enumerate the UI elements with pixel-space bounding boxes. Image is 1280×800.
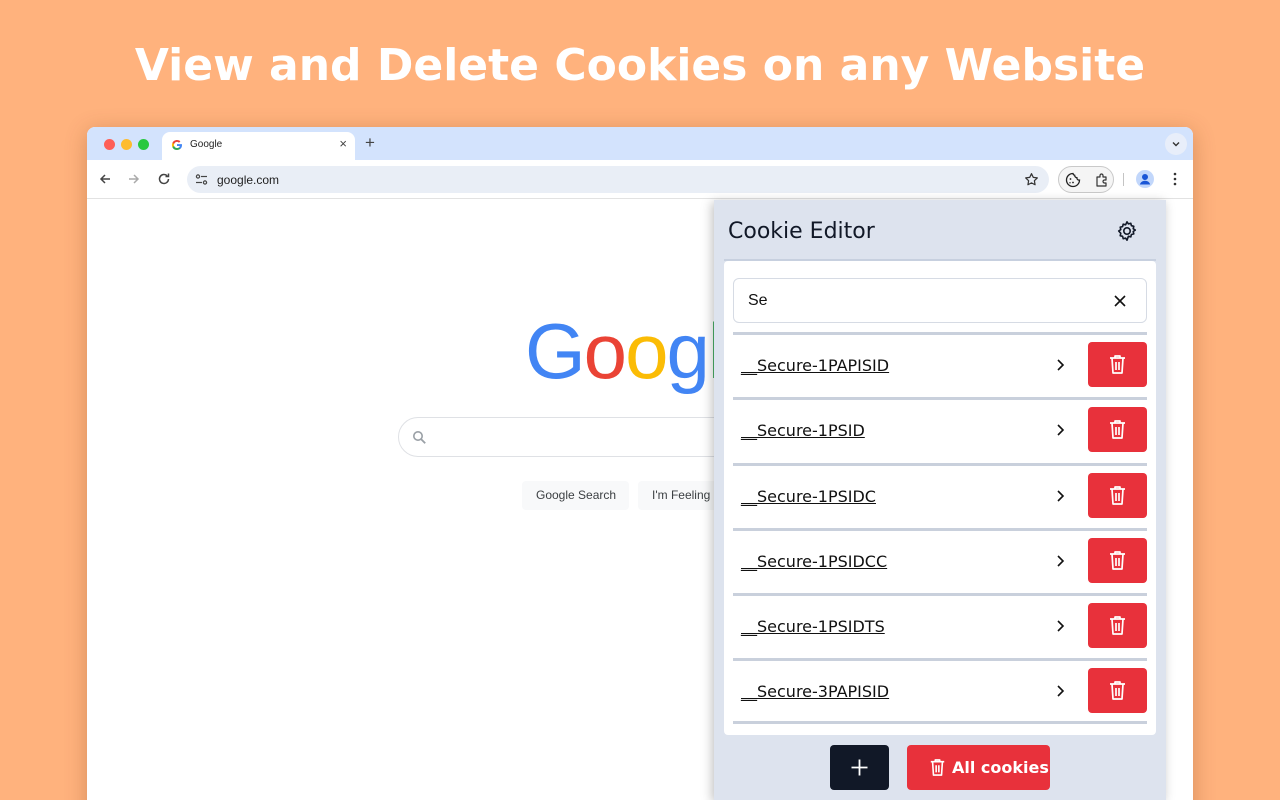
browser-menu-icon[interactable] (1167, 171, 1183, 187)
list-item[interactable]: __Secure-1PSIDC (733, 462, 1147, 528)
google-favicon-icon (171, 140, 182, 150)
trash-icon (930, 759, 945, 776)
trash-icon (1110, 551, 1125, 570)
chevron-right-icon[interactable] (1052, 488, 1068, 504)
trash-icon (1110, 355, 1125, 374)
delete-cookie-button[interactable] (1088, 342, 1147, 387)
tab-google[interactable]: Google × (162, 132, 355, 160)
site-info-icon[interactable] (195, 173, 208, 186)
cookie-extension-icon[interactable] (1065, 172, 1081, 188)
window-minimize-dot[interactable] (121, 139, 132, 150)
list-item[interactable]: __Secure-1PAPISID (733, 332, 1147, 397)
chevron-right-icon[interactable] (1052, 357, 1068, 373)
feeling-lucky-button[interactable]: I'm Feeling L (638, 481, 718, 510)
trash-icon (1110, 681, 1125, 701)
cookie-name-link[interactable]: __Secure-1PSID (741, 421, 865, 440)
cookie-search-input[interactable]: Se (733, 278, 1147, 323)
window-close-dot[interactable] (104, 139, 115, 150)
search-value: Se (748, 292, 768, 309)
gear-icon[interactable] (1115, 219, 1139, 243)
chevron-right-icon[interactable] (1052, 553, 1068, 569)
tab-close-icon[interactable]: × (339, 137, 347, 151)
cookie-name-link[interactable]: __Secure-1PSIDC (741, 487, 876, 506)
cookie-list: __Secure-1PAPISID __Secure-1PSID __Secur… (733, 332, 1147, 724)
delete-cookie-button[interactable] (1088, 537, 1147, 583)
address-bar[interactable]: google.com (187, 166, 1049, 193)
profile-avatar-icon[interactable] (1136, 170, 1154, 188)
close-icon[interactable] (1112, 293, 1128, 309)
tab-strip: Google × + (87, 127, 1193, 160)
trash-icon (1110, 485, 1125, 505)
cookie-name-link[interactable]: __Secure-1PSIDCC (741, 552, 887, 571)
puzzle-extensions-icon[interactable] (1094, 172, 1110, 188)
tab-title: Google (190, 139, 223, 150)
delete-all-cookies-button[interactable]: All cookies (907, 745, 1050, 790)
list-item[interactable]: __Secure-1PSIDTS (733, 593, 1147, 658)
extensions-pill (1058, 166, 1114, 193)
list-item[interactable]: __Secure-1PSID (733, 397, 1147, 462)
logo-letter: o (583, 307, 627, 395)
bookmark-star-icon[interactable] (1024, 172, 1039, 187)
google-logo: Googl (525, 307, 725, 395)
delete-cookie-button[interactable] (1088, 668, 1147, 714)
window-maximize-dot[interactable] (138, 139, 149, 150)
chevron-right-icon[interactable] (1052, 618, 1068, 634)
promo-headline: View and Delete Cookies on any Website (134, 40, 1146, 91)
logo-letter: G (525, 307, 586, 395)
search-icon (413, 431, 426, 444)
list-item[interactable]: __Secure-1PSIDCC (733, 527, 1147, 593)
popup-title: Cookie Editor (728, 219, 875, 244)
browser-toolbar: google.com (87, 160, 1193, 199)
delete-cookie-button[interactable] (1088, 472, 1147, 518)
cookie-list-panel: Se __Secure-1PAPISID __Secure-1PSID __Se… (724, 261, 1156, 735)
new-tab-icon[interactable]: + (365, 133, 375, 153)
chevron-right-icon[interactable] (1052, 683, 1068, 699)
cookie-name-link[interactable]: __Secure-1PAPISID (741, 356, 889, 375)
address-text: google.com (217, 173, 280, 187)
forward-arrow-icon[interactable] (126, 171, 142, 187)
trash-icon (1110, 420, 1125, 440)
list-item[interactable]: __Secure-3PAPISID (733, 658, 1147, 724)
add-cookie-button[interactable] (830, 745, 889, 790)
plus-icon (851, 759, 868, 776)
delete-cookie-button[interactable] (1088, 603, 1147, 649)
delete-all-label: All cookies (952, 758, 1049, 777)
logo-letter: g (666, 307, 709, 395)
toolbar-separator (1123, 173, 1124, 186)
cookie-name-link[interactable]: __Secure-1PSIDTS (741, 617, 885, 636)
logo-letter: o (625, 307, 668, 395)
tab-search-chevron-icon[interactable] (1165, 133, 1187, 155)
trash-icon (1110, 616, 1125, 636)
chevron-right-icon[interactable] (1052, 422, 1068, 438)
cookie-editor-popup: Cookie Editor Se __Secure-1PAPISID __Sec… (714, 200, 1166, 800)
google-search-button[interactable]: Google Search (522, 481, 629, 510)
delete-cookie-button[interactable] (1088, 407, 1147, 453)
cookie-name-link[interactable]: __Secure-3PAPISID (741, 682, 889, 701)
reload-icon[interactable] (156, 171, 172, 187)
back-arrow-icon[interactable] (97, 171, 113, 187)
